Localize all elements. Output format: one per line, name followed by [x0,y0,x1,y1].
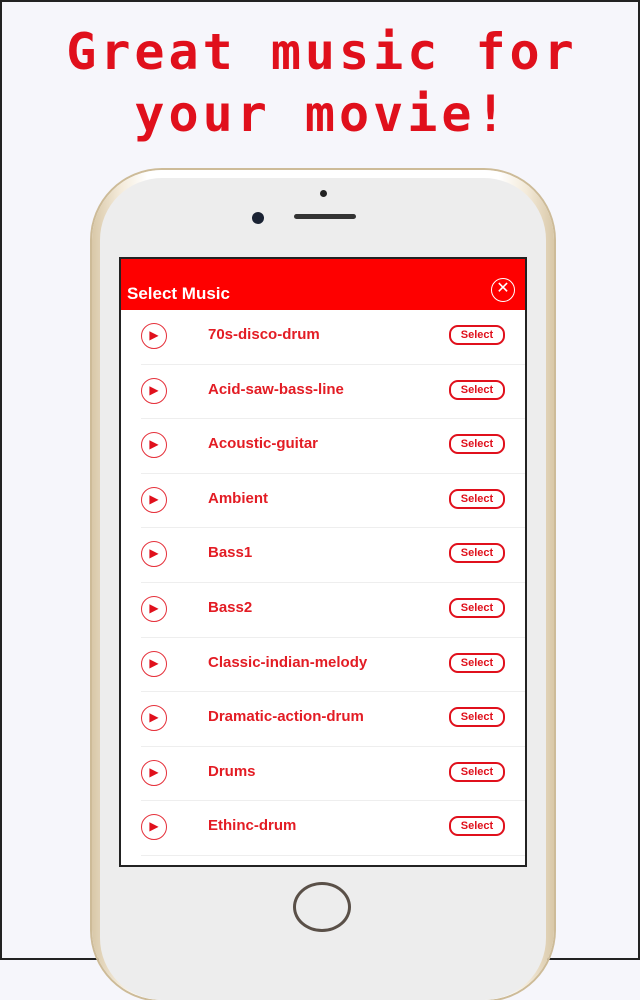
play-icon[interactable]: ▶ [141,814,167,841]
dialog-header: Select Music ✕ [121,259,525,310]
list-item: ▶ Bass1 Select [141,528,525,583]
list-item: ▶ 70s-disco-drum Select [141,310,525,365]
track-name: Bass2 [208,598,253,616]
home-button[interactable] [293,882,351,932]
list-item: ▶Select [141,856,525,865]
track-name: Bass1 [208,544,253,562]
track-name: Acoustic-guitar [208,435,319,453]
select-music-dialog: Select Music ✕ ▶ 70s-disco-drum Select ▶ Aci… [119,257,527,867]
play-icon[interactable]: ▶ [141,759,167,786]
headline-line-2: your movie! [134,85,510,143]
proximity-sensor [320,190,327,197]
close-icon[interactable]: ✕ [491,278,515,302]
select-button[interactable]: Select [449,652,505,673]
list-item: ▶ Ambient Select [141,474,525,529]
select-button[interactable]: Select [449,543,505,564]
select-button[interactable]: Select [449,761,505,782]
track-name: Ethinc-drum [208,817,297,835]
list-item: ▶ Bass2 Select [141,583,525,638]
play-icon[interactable]: ▶ [141,705,167,732]
track-name: Dramatic-action-drum [208,708,364,726]
list-item: ▶ Ethinc-drum Select [141,801,525,856]
track-name: Acid-saw-bass-line [208,380,344,398]
music-list[interactable]: ▶ 70s-disco-drum Select ▶ Acid-saw-bass-line… [121,310,525,865]
play-icon[interactable]: ▶ [141,323,167,349]
headline-line-1: Great music for [66,23,578,81]
track-name: Drums [208,762,256,780]
select-button[interactable]: Select [449,325,505,345]
play-icon[interactable]: ▶ [141,377,167,404]
track-name: Classic-indian-melody [208,653,368,671]
list-item: ▶ Dramatic-action-drum Select [141,692,525,747]
list-item: ▶ Acoustic-guitar Select [141,419,525,474]
select-button[interactable]: Select [449,597,505,618]
dialog-title: Select Music [127,284,230,303]
play-icon[interactable]: ▶ [141,432,167,459]
track-name: Ambient [208,489,268,507]
list-item: ▶ Acid-saw-bass-line Select [141,365,525,420]
front-camera [252,212,264,224]
list-item: ▶ Drums Select [141,747,525,802]
play-icon[interactable]: ▶ [141,650,167,677]
list-item: ▶ Classic-indian-melody Select [141,638,525,693]
select-button[interactable]: Select [449,434,505,455]
select-button[interactable]: Select [449,816,505,837]
play-icon[interactable]: ▶ [141,486,167,513]
play-icon[interactable]: ▶ [141,595,167,622]
select-button[interactable]: Select [449,379,505,400]
earpiece-speaker [294,214,356,219]
track-name: 70s-disco-drum [208,326,320,343]
select-button[interactable]: Select [449,488,505,509]
select-button[interactable]: Select [449,707,505,728]
play-icon[interactable]: ▶ [141,541,167,568]
